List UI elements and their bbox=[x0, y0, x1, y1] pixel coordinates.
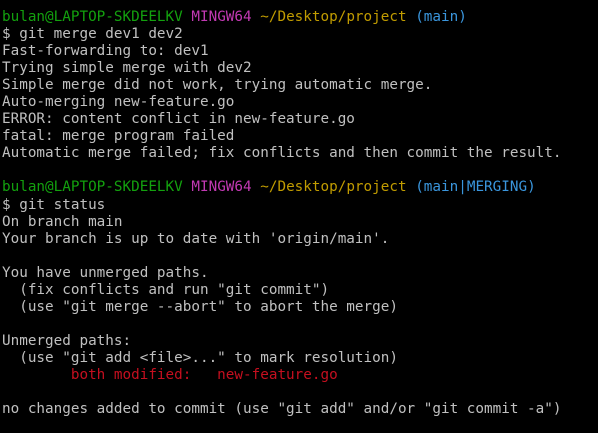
prompt-branch: (main|MERGING) bbox=[415, 179, 536, 196]
prompt-path: ~/Desktop/project bbox=[260, 9, 407, 25]
prompt-system: MINGW64 bbox=[191, 179, 252, 196]
terminal-line: Fast-forwarding to: dev1 bbox=[2, 43, 598, 60]
output-text: Unmerged paths: bbox=[2, 332, 132, 349]
output-text: ERROR: content conflict in new-feature.g… bbox=[2, 111, 355, 128]
terminal-line: $ git status bbox=[2, 197, 598, 214]
terminal-line: $ git merge dev1 dev2 bbox=[2, 26, 598, 43]
output-text: $ git status bbox=[2, 196, 106, 213]
output-text: (use "git merge --abort" to abort the me… bbox=[2, 298, 398, 315]
terminal-line: (use "git add <file>..." to mark resolut… bbox=[2, 350, 598, 367]
output-text: Fast-forwarding to: dev1 bbox=[2, 43, 209, 60]
output-text: (fix conflicts and run "git commit") bbox=[2, 281, 330, 298]
terminal-line: fatal: merge program failed bbox=[2, 128, 598, 145]
output-text: Automatic merge failed; fix conflicts an… bbox=[2, 145, 562, 162]
output-text: Simple merge did not work, trying automa… bbox=[2, 77, 433, 94]
output-text: $ git merge dev1 dev2 bbox=[2, 26, 183, 43]
terminal-line: On branch main bbox=[2, 214, 598, 231]
prompt-path: ~/Desktop/project bbox=[260, 179, 407, 196]
terminal-line: (use "git merge --abort" to abort the me… bbox=[2, 299, 598, 316]
output-text: Trying simple merge with dev2 bbox=[2, 60, 252, 77]
terminal-line: You have unmerged paths. bbox=[2, 265, 598, 282]
terminal-line: (fix conflicts and run "git commit") bbox=[2, 282, 598, 299]
output-text: Auto-merging new-feature.go bbox=[2, 94, 235, 111]
prompt-branch: (main) bbox=[415, 9, 467, 25]
output-text: no changes added to commit (use "git add… bbox=[2, 401, 562, 418]
terminal-line: Your branch is up to date with 'origin/m… bbox=[2, 231, 598, 248]
output-text: Your branch is up to date with 'origin/m… bbox=[2, 230, 390, 247]
output-text: (use "git add <file>..." to mark resolut… bbox=[2, 349, 398, 366]
terminal-line: Auto-merging new-feature.go bbox=[2, 94, 598, 111]
terminal-line: no changes added to commit (use "git add… bbox=[2, 401, 598, 418]
terminal-line: Trying simple merge with dev2 bbox=[2, 60, 598, 77]
output-text: On branch main bbox=[2, 213, 123, 230]
terminal-line: both modified: new-feature.go bbox=[2, 367, 598, 384]
terminal-line: bulan@LAPTOP-SKDEELKV MINGW64 ~/Desktop/… bbox=[2, 9, 598, 26]
output-text: You have unmerged paths. bbox=[2, 264, 209, 281]
terminal-output[interactable]: bulan@LAPTOP-SKDEELKV MINGW64 ~/Desktop/… bbox=[2, 9, 598, 433]
output-text: fatal: merge program failed bbox=[2, 128, 235, 145]
prompt-system: MINGW64 bbox=[191, 9, 252, 25]
terminal-line: Automatic merge failed; fix conflicts an… bbox=[2, 145, 598, 162]
terminal-line: Unmerged paths: bbox=[2, 333, 598, 350]
prompt-user-host: bulan@LAPTOP-SKDEELKV bbox=[2, 9, 183, 25]
prompt-user-host: bulan@LAPTOP-SKDEELKV bbox=[2, 179, 183, 196]
terminal-line: ERROR: content conflict in new-feature.g… bbox=[2, 111, 598, 128]
conflict-file: both modified: new-feature.go bbox=[70, 366, 338, 383]
terminal-line: bulan@LAPTOP-SKDEELKV MINGW64 ~/Desktop/… bbox=[2, 179, 598, 196]
terminal-line: Simple merge did not work, trying automa… bbox=[2, 77, 598, 94]
